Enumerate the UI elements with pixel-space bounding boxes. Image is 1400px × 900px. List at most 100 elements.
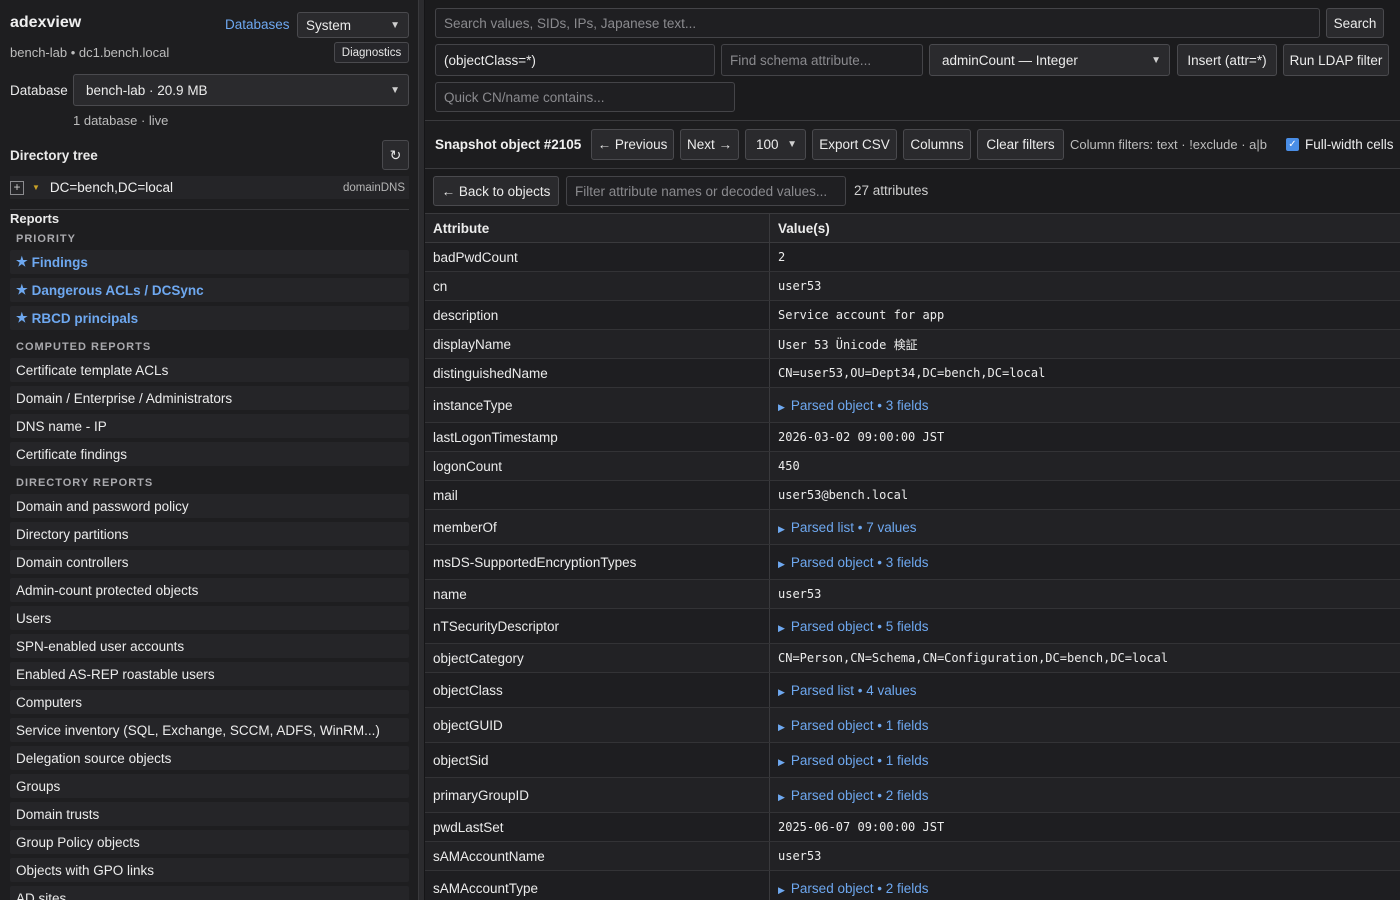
- report-item[interactable]: Certificate template ACLs: [10, 358, 409, 382]
- report-item[interactable]: DNS name - IP: [10, 414, 409, 438]
- next-button[interactable]: Next →: [680, 129, 739, 160]
- parsed-toggle[interactable]: ▶ Parsed object • 1 fields: [778, 718, 929, 733]
- search-button[interactable]: Search: [1326, 8, 1384, 38]
- report-rbcd[interactable]: ★ RBCD principals: [10, 306, 409, 330]
- full-width-toggle[interactable]: ✓ Full-width cells: [1286, 137, 1394, 152]
- report-item[interactable]: Admin-count protected objects: [10, 578, 409, 602]
- database-select[interactable]: bench-lab · 20.9 MB ▼: [73, 74, 409, 106]
- refresh-icon[interactable]: ↻: [382, 140, 409, 170]
- chevron-down-icon: ▼: [390, 19, 400, 31]
- schema-attribute-input[interactable]: Find schema attribute...: [721, 44, 923, 76]
- column-header-attribute[interactable]: Attribute: [425, 214, 770, 242]
- chevron-down-icon: ▼: [787, 139, 797, 150]
- parsed-count: 1 fields: [885, 717, 929, 733]
- table-row: badPwdCount 2: [425, 243, 1400, 272]
- report-item[interactable]: Service inventory (SQL, Exchange, SCCM, …: [10, 718, 409, 742]
- separator-dot: •: [853, 682, 867, 698]
- ldap-filter-input[interactable]: (objectClass=*): [435, 44, 715, 76]
- separator-dot: •: [873, 787, 886, 803]
- parsed-value-cell: ▶ Parsed object • 5 fields: [770, 609, 1400, 643]
- report-findings[interactable]: ★ Findings: [10, 250, 409, 274]
- report-item[interactable]: Domain / Enterprise / Administrators: [10, 386, 409, 410]
- report-item[interactable]: Directory partitions: [10, 522, 409, 546]
- report-item[interactable]: Domain trusts: [10, 802, 409, 826]
- attribute-name-cell: nTSecurityDescriptor: [425, 609, 770, 643]
- back-to-objects-button[interactable]: ← Back to objects: [433, 176, 559, 206]
- table-row: description Service account for app: [425, 301, 1400, 330]
- quick-name-input[interactable]: Quick CN/name contains...: [435, 82, 735, 112]
- previous-button[interactable]: ← Previous: [591, 129, 674, 160]
- table-row: memberOf ▶ Parsed list • 7 values: [425, 510, 1400, 545]
- report-item[interactable]: Enabled AS-REP roastable users: [10, 662, 409, 686]
- parsed-toggle[interactable]: ▶ Parsed object • 2 fields: [778, 881, 929, 896]
- report-item[interactable]: Certificate findings: [10, 442, 409, 466]
- expand-triangle-icon: ▶: [778, 558, 785, 569]
- theme-select[interactable]: System ▼: [297, 12, 409, 38]
- report-dangerous-acls[interactable]: ★ Dangerous ACLs / DCSync: [10, 278, 409, 302]
- parsed-count: 4 values: [866, 682, 917, 698]
- checkbox-checked-icon[interactable]: ✓: [1286, 138, 1299, 151]
- separator-dot: •: [853, 519, 867, 535]
- parsed-toggle[interactable]: ▶ Parsed object • 3 fields: [778, 398, 929, 413]
- attribute-name-cell: objectGUID: [425, 708, 770, 742]
- page-size-select[interactable]: 100 ▼: [745, 129, 806, 160]
- main-panel: Search values, SIDs, IPs, Japanese text.…: [425, 0, 1400, 900]
- value-cell: user53: [778, 587, 822, 601]
- report-item[interactable]: Objects with GPO links: [10, 858, 409, 882]
- report-item[interactable]: Delegation source objects: [10, 746, 409, 770]
- parsed-toggle[interactable]: ▶ Parsed object • 2 fields: [778, 788, 929, 803]
- computed-reports-label: COMPUTED REPORTS: [16, 341, 152, 353]
- attribute-select[interactable]: adminCount — Integer ▼: [929, 44, 1170, 76]
- table-row: objectSid ▶ Parsed object • 1 fields: [425, 743, 1400, 778]
- database-label: Database: [10, 83, 68, 98]
- table-row: instanceType ▶ Parsed object • 3 fields: [425, 388, 1400, 423]
- databases-link[interactable]: Databases: [225, 17, 290, 32]
- sidebar-resize-handle[interactable]: [418, 0, 425, 900]
- theme-select-value: System: [306, 17, 352, 33]
- table-row: objectCategory CN=Person,CN=Schema,CN=Con…: [425, 644, 1400, 673]
- parsed-toggle[interactable]: ▶ Parsed list • 7 values: [778, 520, 916, 535]
- parsed-value-cell: ▶ Parsed object • 2 fields: [770, 778, 1400, 812]
- column-filters-hint: Column filters: text · !exclude · a|b: [1070, 137, 1268, 152]
- value-cell: 2: [778, 250, 786, 264]
- diagnostics-button[interactable]: Diagnostics: [334, 42, 409, 63]
- parsed-count: 5 fields: [885, 618, 929, 634]
- column-header-values[interactable]: Value(s): [770, 214, 830, 242]
- report-item[interactable]: Domain controllers: [10, 550, 409, 574]
- report-item[interactable]: Groups: [10, 774, 409, 798]
- parsed-count: 3 fields: [885, 554, 929, 570]
- table-row: mail user53@bench.local: [425, 481, 1400, 510]
- attribute-name-cell: memberOf: [425, 510, 770, 544]
- attribute-select-value: adminCount — Integer: [942, 52, 1078, 68]
- parsed-toggle[interactable]: ▶ Parsed object • 5 fields: [778, 619, 929, 634]
- report-item[interactable]: Users: [10, 606, 409, 630]
- report-item[interactable]: Domain and password policy: [10, 494, 409, 518]
- run-ldap-filter-button[interactable]: Run LDAP filter: [1283, 44, 1389, 76]
- expand-icon[interactable]: +: [10, 180, 24, 195]
- export-csv-button[interactable]: Export CSV: [812, 129, 897, 160]
- table-row: objectGUID ▶ Parsed object • 1 fields: [425, 708, 1400, 743]
- tree-node-type: domainDNS: [343, 181, 405, 194]
- divider: [10, 209, 409, 210]
- columns-button[interactable]: Columns: [903, 129, 971, 160]
- parsed-toggle[interactable]: ▶ Parsed object • 1 fields: [778, 753, 929, 768]
- parsed-toggle[interactable]: ▶ Parsed object • 3 fields: [778, 555, 929, 570]
- table-row: displayName User 53 Ünicode 検証: [425, 330, 1400, 359]
- report-item[interactable]: Computers: [10, 690, 409, 714]
- value-cell: 2026-03-02 09:00:00 JST: [778, 430, 945, 444]
- expand-triangle-icon: ▶: [778, 756, 785, 767]
- attribute-filter-input[interactable]: Filter attribute names or decoded values…: [566, 176, 846, 206]
- directory-tree-title: Directory tree: [10, 148, 98, 163]
- clear-filters-button[interactable]: Clear filters: [977, 129, 1064, 160]
- report-item[interactable]: AD sites: [10, 886, 409, 900]
- expand-triangle-icon: ▶: [778, 884, 785, 895]
- parsed-value-cell: ▶ Parsed object • 3 fields: [770, 388, 1400, 422]
- parsed-toggle[interactable]: ▶ Parsed list • 4 values: [778, 683, 916, 698]
- insert-attr-button[interactable]: Insert (attr=*): [1177, 44, 1277, 76]
- report-item[interactable]: SPN-enabled user accounts: [10, 634, 409, 658]
- search-input[interactable]: Search values, SIDs, IPs, Japanese text.…: [435, 8, 1320, 38]
- host-label: bench-lab • dc1.bench.local: [10, 45, 170, 60]
- report-item[interactable]: Group Policy objects: [10, 830, 409, 854]
- caret-down-icon: ▼: [32, 183, 40, 192]
- tree-node[interactable]: + ▼ DC=bench,DC=local domainDNS: [10, 176, 409, 199]
